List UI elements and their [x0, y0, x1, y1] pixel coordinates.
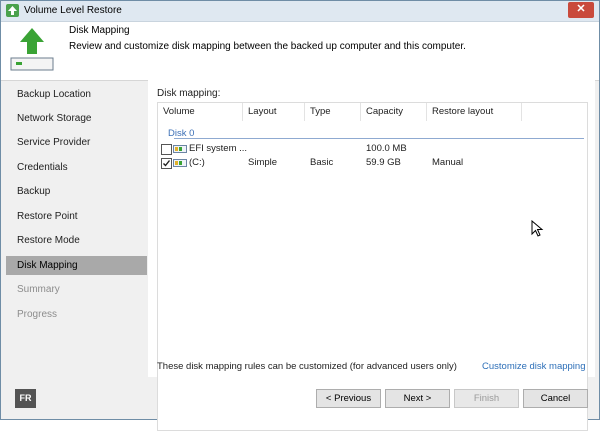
column-header-capacity[interactable]: Capacity	[361, 103, 427, 121]
disk-mapping-table[interactable]: Volume Layout Type Capacity Restore layo…	[157, 102, 588, 431]
sidebar-item-backup[interactable]: Backup	[6, 182, 147, 201]
next-button[interactable]: Next >	[385, 389, 450, 408]
sidebar-item-network-storage[interactable]: Network Storage	[6, 109, 147, 128]
restore-window: Volume Level Restore ✕ Disk Mapping Revi…	[0, 0, 600, 431]
wizard-steps: Backup Location Network Storage Service …	[6, 85, 147, 355]
previous-button[interactable]: < Previous	[316, 389, 381, 408]
title-bar: Volume Level Restore ✕	[1, 1, 599, 22]
table-row[interactable]: EFI system ... 100.0 MB	[158, 142, 585, 156]
fr-badge: FR	[15, 389, 36, 408]
volume-icon	[173, 145, 187, 153]
finish-button: Finish	[454, 389, 519, 408]
customization-note: These disk mapping rules can be customiz…	[157, 361, 457, 372]
sidebar-item-summary: Summary	[17, 284, 60, 295]
disk-mapping-panel: Disk mapping: Volume Layout Type Capacit…	[148, 80, 595, 431]
cell-volume: (C:)	[189, 157, 205, 168]
column-header-restore-layout[interactable]: Restore layout	[427, 103, 522, 121]
sidebar-item-disk-mapping[interactable]: Disk Mapping	[6, 256, 147, 275]
wizard-header: Disk Mapping Review and customize disk m…	[1, 22, 599, 81]
window-title: Volume Level Restore	[24, 5, 122, 16]
cancel-button[interactable]: Cancel	[523, 389, 588, 408]
table-row[interactable]: (C:) Simple Basic 59.9 GB Manual	[158, 156, 585, 170]
sidebar-item-credentials[interactable]: Credentials	[6, 158, 147, 177]
step-title: Disk Mapping	[69, 25, 130, 36]
sidebar-item-progress: Progress	[17, 309, 58, 320]
column-header-type[interactable]: Type	[305, 103, 361, 121]
cell-layout: Simple	[248, 157, 278, 168]
column-header-volume[interactable]: Volume	[158, 103, 243, 121]
column-header-layout[interactable]: Layout	[243, 103, 305, 121]
disk-group-divider	[174, 138, 584, 139]
close-button[interactable]: ✕	[568, 2, 594, 18]
restore-volume-icon	[8, 24, 56, 76]
cell-type: Basic	[310, 157, 334, 168]
app-icon	[6, 4, 19, 17]
sidebar-item-restore-mode[interactable]: Restore Mode	[6, 231, 147, 250]
customize-disk-mapping-link[interactable]: Customize disk mapping	[482, 361, 586, 372]
cell-restore-layout: Manual	[432, 157, 464, 168]
sidebar-item-restore-point[interactable]: Restore Point	[6, 207, 147, 226]
mouse-cursor-icon	[531, 219, 545, 238]
step-description: Review and customize disk mapping betwee…	[69, 41, 466, 52]
volume-icon	[173, 159, 187, 167]
sidebar-item-backup-location[interactable]: Backup Location	[6, 85, 147, 104]
cell-volume: EFI system ...	[189, 143, 248, 154]
cell-capacity: 100.0 MB	[366, 143, 407, 154]
sidebar-item-service-provider[interactable]: Service Provider	[6, 133, 147, 152]
volume-checkbox[interactable]	[161, 144, 172, 155]
cell-capacity: 59.9 GB	[366, 157, 401, 168]
volume-checkbox[interactable]	[161, 158, 172, 169]
disk-mapping-label: Disk mapping:	[157, 88, 221, 99]
